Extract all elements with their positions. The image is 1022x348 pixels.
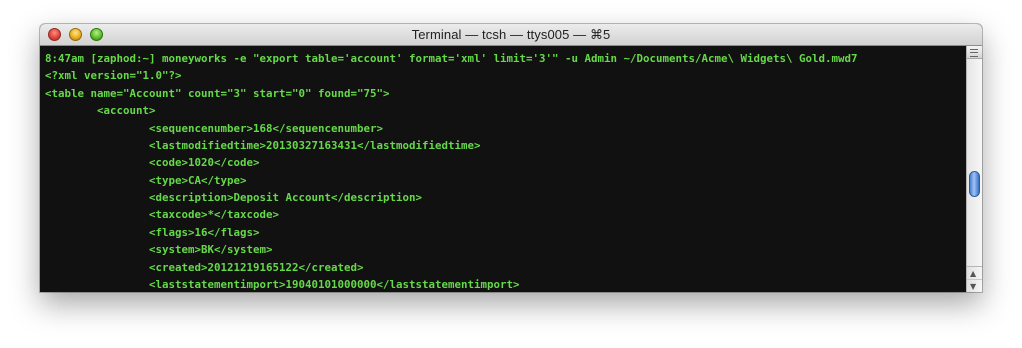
terminal-line: 8:47am [zaphod:~] moneyworks -e "export … — [45, 52, 858, 65]
chevron-up-icon: ▲ — [970, 269, 977, 278]
chevron-down-icon: ▼ — [970, 282, 977, 291]
vertical-scrollbar[interactable]: ▲ ▼ — [966, 46, 982, 292]
terminal-output[interactable]: 8:47am [zaphod:~] moneyworks -e "export … — [40, 46, 966, 292]
window-title: Terminal — tcsh — ttys005 — ⌘5 — [411, 27, 611, 42]
scroll-down-button[interactable]: ▼ — [967, 279, 982, 292]
terminal-line: <sequencenumber>168</sequencenumber> — [45, 122, 384, 135]
terminal-line: <flags>16</flags> — [45, 226, 260, 239]
terminal-line: <type>CA</type> — [45, 174, 247, 187]
terminal-window: Terminal — tcsh — ttys005 — ⌘5 8:47am [z… — [40, 24, 982, 292]
terminal-line: <description>Deposit Account</descriptio… — [45, 191, 423, 204]
terminal-line: <account> — [45, 104, 156, 117]
scroll-up-button[interactable]: ▲ — [967, 266, 982, 279]
terminal-line: <system>BK</system> — [45, 243, 273, 256]
terminal-line: <table name="Account" count="3" start="0… — [45, 87, 390, 100]
terminal-line: <code>1020</code> — [45, 156, 260, 169]
terminal-line: <laststatementimport>19040101000000</las… — [45, 278, 520, 291]
scrollbar-thumb[interactable] — [969, 171, 980, 197]
terminal-line: <created>20121219165122</created> — [45, 261, 364, 274]
terminal-line: <taxcode>*</taxcode> — [45, 208, 280, 221]
terminal-line: <lastmodifiedtime>20130327163431</lastmo… — [45, 139, 481, 152]
terminal-line: <?xml version="1.0"?> — [45, 69, 182, 82]
title-bar[interactable]: Terminal — tcsh — ttys005 — ⌘5 — [40, 24, 982, 46]
split-view-icon[interactable] — [967, 46, 982, 59]
